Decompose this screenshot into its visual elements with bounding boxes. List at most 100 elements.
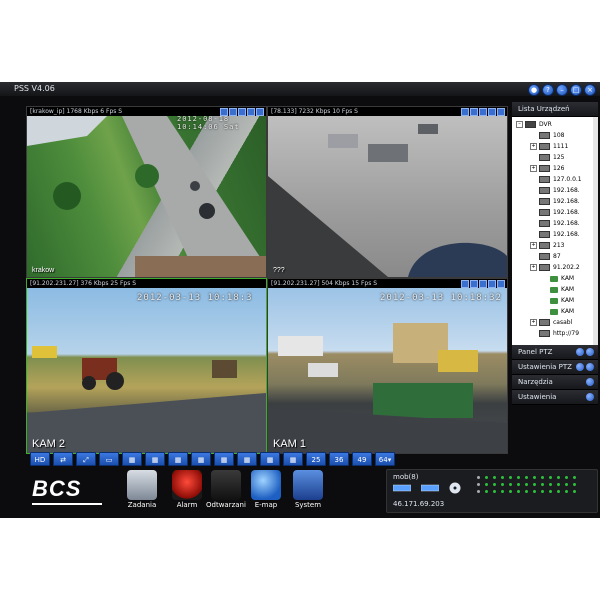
camera-channel-icon bbox=[550, 275, 558, 282]
layout-13-icon[interactable]: ▦ bbox=[237, 452, 257, 466]
tree-item[interactable]: 192.168. bbox=[512, 207, 598, 218]
audio-icon[interactable] bbox=[479, 280, 487, 288]
close-button[interactable]: × bbox=[584, 84, 596, 96]
panel-title: Panel PTZ bbox=[518, 348, 553, 356]
tree-item[interactable]: +213 bbox=[512, 240, 598, 251]
pin-panel-icon[interactable] bbox=[576, 348, 584, 356]
menu-button-0[interactable]: Zadania bbox=[122, 470, 162, 509]
channel-indicator-dot bbox=[549, 490, 552, 493]
tile-timestamp: 2012-08-18 10:14:06 Sat bbox=[177, 115, 240, 131]
collapse-icon[interactable]: – bbox=[516, 121, 523, 128]
expand-icon[interactable]: + bbox=[530, 264, 537, 271]
layout-10-icon[interactable]: ▦ bbox=[214, 452, 234, 466]
record-icon[interactable] bbox=[461, 280, 469, 288]
minimize-button[interactable]: – bbox=[556, 84, 568, 96]
channel-indicator-dot bbox=[525, 476, 528, 479]
panel-header[interactable]: Panel PTZ bbox=[512, 345, 598, 360]
expand-panel-icon[interactable] bbox=[586, 393, 594, 401]
layout-8-icon[interactable]: ▦ bbox=[168, 452, 188, 466]
layout-36-button[interactable]: 36 bbox=[329, 452, 349, 466]
video-tile-1[interactable]: [krakow_ip] 1768 Kbps 6 Fps S 2012-08-18… bbox=[26, 106, 267, 278]
record-icon[interactable] bbox=[461, 108, 469, 116]
tree-item[interactable]: KAM bbox=[512, 284, 598, 295]
tree-item[interactable]: 192.168. bbox=[512, 229, 598, 240]
dvr-device-icon bbox=[539, 330, 550, 337]
fullscreen-icon[interactable] bbox=[247, 108, 255, 116]
video-tile-3[interactable]: [91.202.231.27] 376 Kbps 25 Fps S 2012-0… bbox=[26, 278, 267, 454]
hd-button[interactable]: HD bbox=[30, 452, 50, 466]
layout-64-dropdown[interactable]: 64▾ bbox=[375, 452, 395, 466]
audio-icon[interactable] bbox=[238, 108, 246, 116]
fullscreen-icon[interactable] bbox=[488, 108, 496, 116]
channel-indicator-dot bbox=[477, 476, 480, 479]
menu-button-1[interactable]: Alarm bbox=[167, 470, 207, 509]
device-tree[interactable]: – DVR 108 +1111 125 +126 127.0.0.1 192.168. 192.… bbox=[512, 117, 598, 345]
tree-item[interactable]: 192.168. bbox=[512, 196, 598, 207]
audio-icon[interactable] bbox=[479, 108, 487, 116]
fullscreen-icon[interactable]: ⤢ bbox=[76, 452, 96, 466]
expand-icon[interactable]: + bbox=[530, 143, 537, 150]
channel-indicator-dot bbox=[517, 476, 520, 479]
tree-item[interactable]: 192.168. bbox=[512, 218, 598, 229]
expand-panel-icon[interactable] bbox=[586, 378, 594, 386]
layout-49-button[interactable]: 49 bbox=[352, 452, 372, 466]
menu-button-4[interactable]: System bbox=[288, 470, 328, 509]
layout-16-icon[interactable]: ▦ bbox=[260, 452, 280, 466]
expand-icon[interactable]: + bbox=[530, 242, 537, 249]
snapshot-icon[interactable] bbox=[470, 108, 478, 116]
expand-panel-icon[interactable] bbox=[586, 348, 594, 356]
tree-item[interactable]: 108 bbox=[512, 130, 598, 141]
tree-item-label: http://79 bbox=[553, 330, 580, 337]
fullscreen-icon[interactable] bbox=[488, 280, 496, 288]
layout-25-button[interactable]: 25 bbox=[306, 452, 326, 466]
tile-label: KAM 2 bbox=[32, 438, 66, 450]
tree-scrollbar[interactable] bbox=[593, 117, 598, 345]
tree-item[interactable]: + casabl bbox=[512, 317, 598, 328]
close-tile-icon[interactable] bbox=[497, 108, 505, 116]
tree-item[interactable]: KAM bbox=[512, 295, 598, 306]
help-icon[interactable]: ? bbox=[542, 84, 554, 96]
tree-item[interactable]: 125 bbox=[512, 152, 598, 163]
tree-item[interactable]: 127.0.0.1 bbox=[512, 174, 598, 185]
lock-icon[interactable]: ● bbox=[528, 84, 540, 96]
menu-button-3[interactable]: E-map bbox=[246, 470, 286, 509]
channel-indicator-dot bbox=[509, 483, 512, 486]
panel-header[interactable]: Narzędzia bbox=[512, 375, 598, 390]
video-tile-4[interactable]: [91.202.231.27] 504 Kbps 15 Fps S 2012-0… bbox=[267, 278, 508, 454]
tree-item[interactable]: KAM bbox=[512, 306, 598, 317]
tree-item[interactable]: +91.202.2 bbox=[512, 262, 598, 273]
layout-20-icon[interactable]: ▦ bbox=[283, 452, 303, 466]
tree-item[interactable]: – DVR bbox=[512, 119, 598, 130]
swap-icon[interactable]: ⇄ bbox=[53, 452, 73, 466]
pin-panel-icon[interactable] bbox=[576, 363, 584, 371]
tree-item[interactable]: http://79 bbox=[512, 328, 598, 339]
layout-1-icon[interactable]: ▭ bbox=[99, 452, 119, 466]
snapshot-icon[interactable] bbox=[470, 280, 478, 288]
close-tile-icon[interactable] bbox=[256, 108, 264, 116]
layout-4-icon[interactable]: ▦ bbox=[122, 452, 142, 466]
menu-button-2[interactable]: Odtwarzanie bbox=[206, 470, 246, 509]
globe-icon bbox=[251, 470, 281, 500]
tree-item[interactable]: +126 bbox=[512, 163, 598, 174]
tree-item[interactable]: 192.168. bbox=[512, 185, 598, 196]
record-icon[interactable] bbox=[220, 108, 228, 116]
layout-9-icon[interactable]: ▦ bbox=[191, 452, 211, 466]
panel-header[interactable]: Ustawienia bbox=[512, 390, 598, 405]
snapshot-icon[interactable] bbox=[229, 108, 237, 116]
video-tile-2[interactable]: [78.133] 7232 Kbps 10 Fps S ??? bbox=[267, 106, 508, 278]
expand-icon[interactable]: + bbox=[530, 319, 537, 326]
tree-item[interactable]: KAM bbox=[512, 273, 598, 284]
maximize-button[interactable]: □ bbox=[570, 84, 582, 96]
tree-item[interactable]: 87 bbox=[512, 251, 598, 262]
channel-indicator-dot bbox=[549, 476, 552, 479]
tree-item[interactable]: +1111 bbox=[512, 141, 598, 152]
menu-button-label: Odtwarzanie bbox=[206, 501, 246, 509]
camera-channel-icon bbox=[550, 286, 558, 293]
panel-header[interactable]: Ustawienia PTZ bbox=[512, 360, 598, 375]
expand-panel-icon[interactable] bbox=[586, 363, 594, 371]
device-list-header[interactable]: Lista Urządzeń bbox=[512, 102, 598, 117]
layout-6-icon[interactable]: ▦ bbox=[145, 452, 165, 466]
close-tile-icon[interactable] bbox=[497, 280, 505, 288]
tree-item-label: 91.202.2 bbox=[553, 264, 580, 271]
expand-icon[interactable]: + bbox=[530, 165, 537, 172]
